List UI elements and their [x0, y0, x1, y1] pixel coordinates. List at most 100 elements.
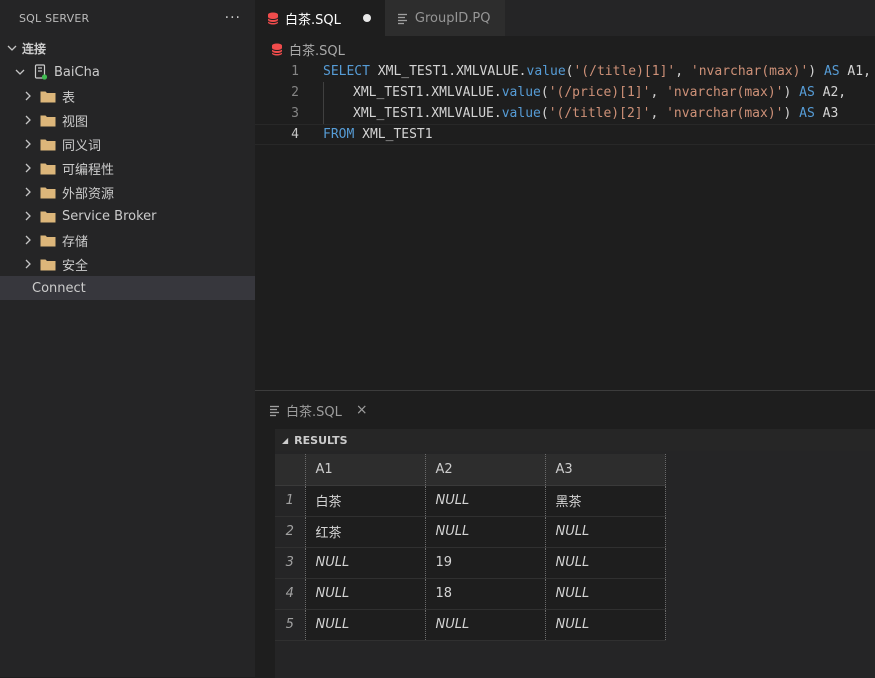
table-header-row: A1 A2 A3: [275, 454, 666, 486]
close-icon[interactable]: ×: [356, 402, 368, 418]
folder-label: 外部资源: [62, 186, 115, 202]
punctuation: ,: [650, 85, 667, 100]
folder-label: 表: [62, 90, 76, 106]
column-header[interactable]: A3: [545, 454, 666, 486]
folder-icon: [40, 187, 56, 198]
table-cell[interactable]: 红茶: [305, 516, 426, 548]
folder-list: 表 视图 同义词 可编程性 外部资源 Service Broker 存储 安全: [0, 84, 255, 276]
code-line[interactable]: 1 SELECT XML_TEST1.XMLVALUE. value('(/tit…: [255, 61, 875, 82]
tab-groupid-pq[interactable]: GroupID.PQ: [384, 0, 505, 36]
chevron-down-icon: [12, 66, 28, 78]
keyword: AS: [799, 106, 815, 121]
folder-label: 存储: [62, 234, 89, 250]
table-cell[interactable]: 白茶: [305, 485, 426, 517]
lines-icon: [270, 405, 279, 416]
connections-label: 连接: [22, 41, 47, 56]
database-icon: [267, 12, 279, 24]
table-row: 5 NULL NULL NULL: [275, 609, 666, 641]
tree-item-programmability[interactable]: 可编程性: [0, 156, 255, 180]
table-cell[interactable]: 19: [425, 547, 546, 579]
results-table: A1 A2 A3 1 白茶 NULL 黑茶 2 红茶 NULL NULL 3 N…: [275, 454, 666, 641]
editor-tab-bar: 白茶.SQL GroupID.PQ: [255, 0, 875, 36]
line-number: 1: [291, 64, 299, 79]
punctuation: (: [540, 85, 549, 100]
tree-item-security[interactable]: 安全: [0, 252, 255, 276]
results-grid[interactable]: A1 A2 A3 1 白茶 NULL 黑茶 2 红茶 NULL NULL 3 N…: [275, 451, 875, 678]
folder-label: 视图: [62, 114, 89, 130]
tab-label: 白茶.SQL: [285, 12, 341, 28]
server-icon: [34, 64, 48, 80]
chevron-down-icon: [4, 42, 20, 54]
more-actions-icon[interactable]: ···: [225, 10, 241, 26]
column-header[interactable]: A1: [305, 454, 426, 486]
connect-item[interactable]: Connect: [0, 276, 255, 300]
connections-section[interactable]: 连接: [0, 36, 255, 60]
punctuation: ): [783, 106, 800, 121]
row-number[interactable]: 3: [275, 547, 306, 579]
tab-baicha-sql[interactable]: 白茶.SQL: [255, 0, 385, 36]
tree-item-external-resources[interactable]: 外部资源: [0, 180, 255, 204]
chevron-right-icon: [20, 258, 36, 270]
folder-icon: [40, 139, 56, 150]
folder-icon: [40, 163, 56, 174]
code-line[interactable]: 3 XML_TEST1.XMLVALUE. value('(/title)[2]'…: [255, 103, 875, 124]
chevron-right-icon: [20, 138, 36, 150]
line-number: 2: [291, 85, 299, 100]
row-number[interactable]: 2: [275, 516, 306, 548]
code-line-current[interactable]: 4 FROM XML_TEST1: [255, 124, 875, 145]
punctuation: ): [783, 85, 800, 100]
results-section-header[interactable]: ◢ RESULTS: [275, 429, 875, 451]
breadcrumb[interactable]: 白茶.SQL: [255, 38, 345, 60]
row-number[interactable]: 4: [275, 578, 306, 610]
code-editor[interactable]: 1 SELECT XML_TEST1.XMLVALUE. value('(/tit…: [255, 61, 875, 145]
identifier: XML_TEST1: [354, 127, 433, 142]
chevron-right-icon: [20, 162, 36, 174]
code-line[interactable]: 2 XML_TEST1.XMLVALUE. value('(/price)[1]'…: [255, 82, 875, 103]
row-number[interactable]: 5: [275, 609, 306, 641]
string-literal: 'nvarchar(max)': [666, 85, 784, 100]
table-cell[interactable]: NULL: [305, 547, 426, 579]
identifier: XML_TEST1.XMLVALUE.: [377, 64, 527, 79]
tree-item-server[interactable]: BaiCha: [0, 60, 255, 84]
table-cell[interactable]: NULL: [545, 578, 666, 610]
punctuation: ,: [675, 64, 691, 79]
table-cell[interactable]: NULL: [305, 578, 426, 610]
folder-icon: [40, 91, 56, 102]
results-tab[interactable]: 白茶.SQL ×: [269, 399, 368, 421]
tree-item-views[interactable]: 视图: [0, 108, 255, 132]
row-number[interactable]: 1: [275, 485, 306, 517]
line-number: 4: [291, 127, 299, 142]
string-literal: '(/price)[1]': [548, 85, 651, 100]
function-name: value: [501, 85, 541, 100]
tree-item-tables[interactable]: 表: [0, 84, 255, 108]
keyword: FROM: [323, 127, 355, 142]
table-cell[interactable]: NULL: [425, 609, 546, 641]
breadcrumb-file: 白茶.SQL: [289, 43, 345, 59]
table-cell[interactable]: 黑茶: [545, 485, 666, 517]
collapse-triangle-icon: ◢: [282, 435, 289, 445]
tree-item-synonyms[interactable]: 同义词: [0, 132, 255, 156]
alias: A1,: [839, 64, 871, 79]
table-cell[interactable]: NULL: [545, 609, 666, 641]
table-cell[interactable]: NULL: [305, 609, 426, 641]
folder-label: 安全: [62, 258, 89, 274]
alias: A3: [814, 106, 839, 121]
unsaved-dot-icon[interactable]: [362, 14, 371, 22]
keyword: SELECT: [323, 64, 370, 79]
column-header[interactable]: A2: [425, 454, 546, 486]
folder-label: 同义词: [62, 138, 102, 154]
table-cell[interactable]: NULL: [425, 485, 546, 517]
table-cell[interactable]: 18: [425, 578, 546, 610]
tree-item-storage[interactable]: 存储: [0, 228, 255, 252]
function-name: value: [501, 106, 541, 121]
table-cell[interactable]: NULL: [425, 516, 546, 548]
tree-item-service-broker[interactable]: Service Broker: [0, 204, 255, 228]
table-cell[interactable]: NULL: [545, 547, 666, 579]
table-row: 4 NULL 18 NULL: [275, 578, 666, 610]
table-cell[interactable]: NULL: [545, 516, 666, 548]
row-number-header: [275, 454, 306, 486]
punctuation: (: [565, 64, 574, 79]
folder-icon: [40, 259, 56, 270]
string-literal: '(/title)[2]': [548, 106, 651, 121]
identifier: XML_TEST1.XMLVALUE.: [353, 106, 502, 121]
